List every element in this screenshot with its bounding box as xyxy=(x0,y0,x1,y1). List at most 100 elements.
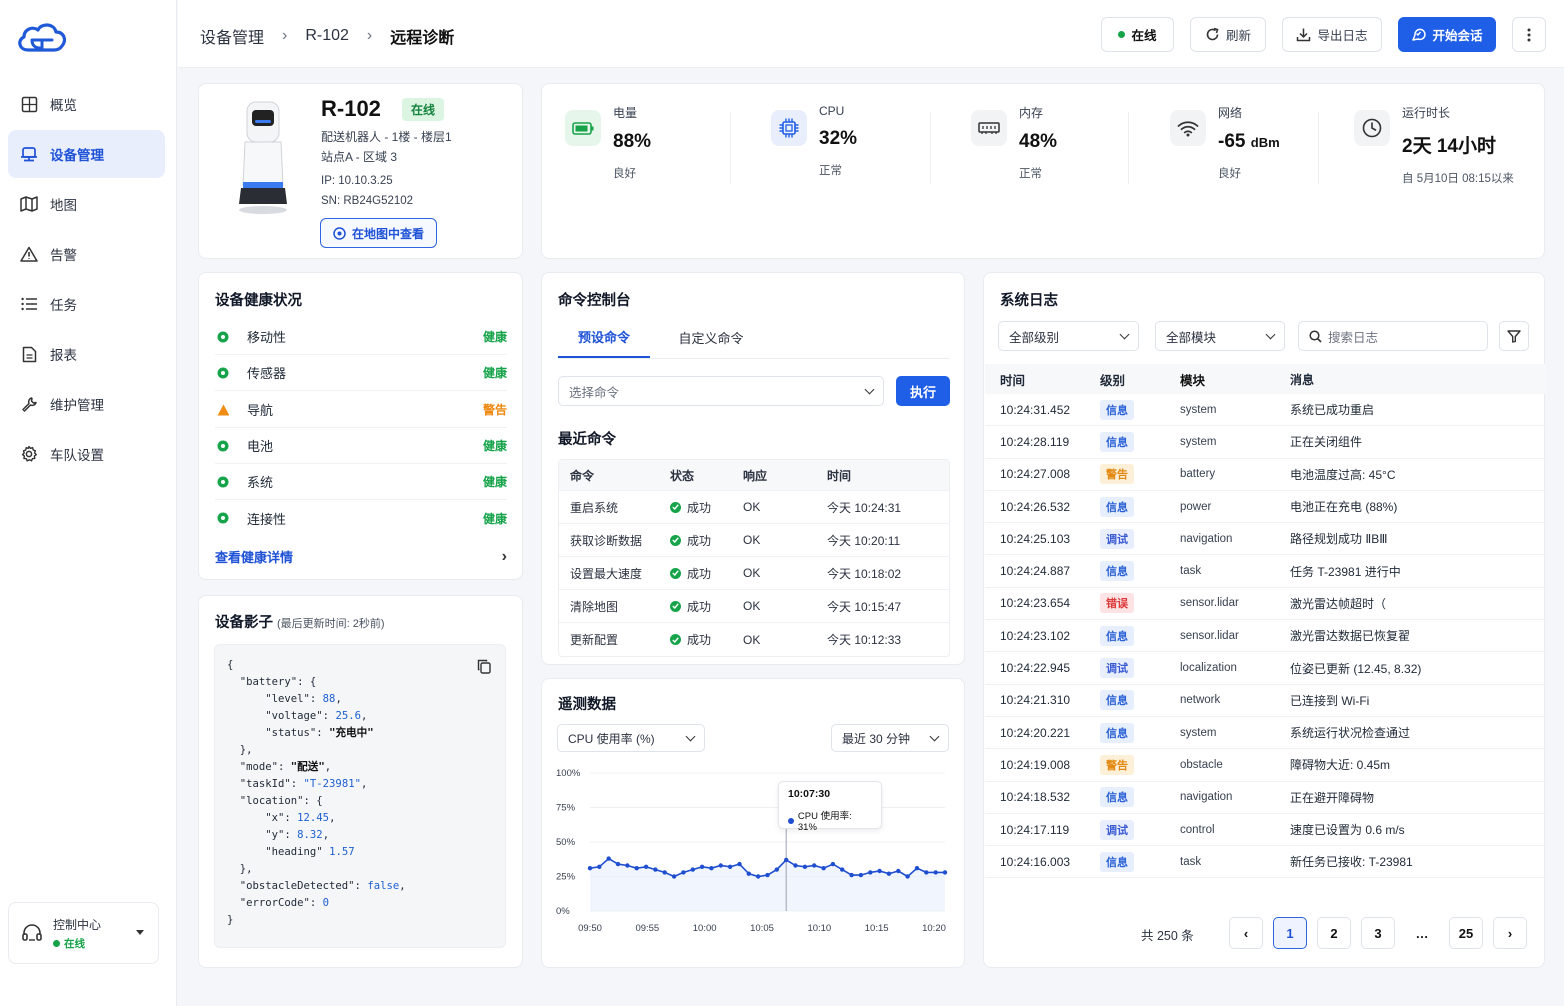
table-row[interactable]: 10:24:21.310 信息 network 已连接到 Wi-Fi xyxy=(985,685,1546,717)
health-item-status: 警告 xyxy=(482,403,507,417)
export-log-button[interactable]: 导出日志 xyxy=(1282,17,1382,52)
table-row[interactable]: 10:24:26.532 信息 power 电池正在充电 (88%) xyxy=(985,491,1546,524)
next-page-button[interactable]: › xyxy=(1493,917,1527,949)
online-status-button[interactable]: 在线 xyxy=(1101,17,1174,52)
table-row[interactable]: 10:24:22.945 调试 localization 位姿已更新 (12.45, … xyxy=(985,652,1546,685)
json-value: "配送" xyxy=(290,761,325,773)
data-point xyxy=(587,866,593,871)
table-row[interactable]: 10:24:27.008 警告 battery 电池温度过高: 45°C xyxy=(985,459,1546,491)
table-header: 时间 级别 模块 消息 xyxy=(985,364,1546,394)
data-point xyxy=(597,864,602,869)
health-item: 系统 健康 xyxy=(215,464,507,500)
search-icon xyxy=(1309,329,1322,343)
log-module: battery xyxy=(1180,468,1216,481)
data-point xyxy=(615,861,621,867)
table-row[interactable]: 10:24:23.654 错误 sensor.lidar 激光雷达帧超时（ xyxy=(985,588,1546,621)
column-header: 响应 xyxy=(743,468,768,483)
page-button[interactable]: 1 xyxy=(1273,917,1307,949)
divider xyxy=(930,112,931,184)
sidebar-item-label: 地图 xyxy=(50,198,77,213)
log-time: 10:24:20.221 xyxy=(1000,725,1071,740)
health-title: 设备健康状况 xyxy=(215,293,302,309)
metric-sub: 正常 xyxy=(1019,168,1042,180)
total-count: 共 250 条 xyxy=(1141,929,1194,943)
table-row[interactable]: 10:24:16.003 信息 task 新任务已接收: T-23981 xyxy=(985,846,1546,879)
module-filter-select[interactable]: 全部模块 xyxy=(1155,321,1285,351)
table-row[interactable]: 获取诊断数据 成功 OK 今天 10:20:11 xyxy=(559,524,949,557)
table-row[interactable]: 清除地图 成功 OK 今天 10:15:47 xyxy=(559,590,949,623)
log-message: 任务 T-23981 进行中 xyxy=(1290,564,1401,579)
data-point xyxy=(709,866,714,871)
log-module: obstacle xyxy=(1180,758,1223,771)
view-on-map-button[interactable]: 在地图中查看 xyxy=(320,218,437,248)
breadcrumb-item[interactable]: 设备管理 xyxy=(200,24,264,48)
breadcrumb-item[interactable]: R-102 xyxy=(305,27,349,45)
warning-icon xyxy=(20,245,38,263)
ok-circle-icon xyxy=(217,440,229,452)
metric-select[interactable]: CPU 使用率 (%) xyxy=(557,724,705,752)
data-point xyxy=(690,867,695,872)
page-button[interactable]: 25 xyxy=(1449,917,1483,949)
table-row[interactable]: 10:24:24.887 信息 task 任务 T-23981 进行中 xyxy=(985,555,1546,588)
table-row[interactable]: 10:24:31.452 信息 system 系统已成功重启 xyxy=(985,394,1546,427)
tab-custom-commands[interactable]: 自定义命令 xyxy=(650,317,772,358)
table-row[interactable]: 重启系统 成功 OK 今天 10:24:31 xyxy=(559,491,949,524)
table-row[interactable]: 10:24:25.103 调试 navigation 路径规划成功 ⅡBⅢ xyxy=(985,523,1546,556)
table-row[interactable]: 10:24:17.119 调试 control 速度已设置为 0.6 m/s xyxy=(985,814,1546,847)
ok-circle-icon xyxy=(217,512,229,524)
log-time: 10:24:27.008 xyxy=(1000,467,1071,482)
control-center-switcher[interactable]: 控制中心 在线 xyxy=(8,902,159,964)
command-response: OK xyxy=(743,533,761,547)
sidebar-item-reports[interactable]: 报表 xyxy=(8,330,165,378)
copy-icon[interactable] xyxy=(477,659,491,674)
level-filter-select[interactable]: 全部级别 xyxy=(998,321,1139,351)
sidebar-item-fleet-settings[interactable]: 车队设置 xyxy=(8,430,165,478)
data-point xyxy=(942,870,948,875)
start-session-button[interactable]: 开始会话 xyxy=(1398,17,1496,52)
table-row[interactable]: 10:24:18.532 信息 navigation 正在避开障碍物 xyxy=(985,782,1546,814)
refresh-button[interactable]: 刷新 xyxy=(1190,17,1266,52)
check-circle-icon xyxy=(670,501,681,513)
table-row[interactable]: 10:24:20.221 信息 system 系统运行状况检查通过 xyxy=(985,717,1546,750)
sidebar-item-label: 告警 xyxy=(50,248,77,263)
table-row[interactable]: 10:24:23.102 信息 sensor.lidar 激光雷达数据已恢复翟 xyxy=(985,620,1546,653)
sidebar-item-overview[interactable]: 概览 xyxy=(8,80,165,128)
sidebar-item-device-management[interactable]: 设备管理 xyxy=(8,130,165,178)
table-row[interactable]: 设置最大速度 成功 OK 今天 10:18:02 xyxy=(559,557,949,590)
table-row[interactable]: 10:24:28.119 信息 system 正在关闭组件 xyxy=(985,426,1546,459)
sidebar-item-alerts[interactable]: 告警 xyxy=(8,230,165,278)
time-range-select[interactable]: 最近 30 分钟 xyxy=(831,724,949,752)
execute-button[interactable]: 执行 xyxy=(896,376,950,406)
tab-preset-commands[interactable]: 预设命令 xyxy=(558,317,650,358)
log-message: 系统运行状况检查通过 xyxy=(1290,726,1411,741)
chevron-down-icon xyxy=(929,731,940,741)
control-center-title: 控制中心 xyxy=(53,917,102,932)
log-search-input[interactable]: 搜索日志 xyxy=(1298,321,1488,351)
select-value: CPU 使用率 (%) xyxy=(568,731,655,746)
more-menu-button[interactable] xyxy=(1512,17,1546,52)
view-health-details-link[interactable]: 查看健康详情 › xyxy=(215,547,507,566)
console-tabs: 预设命令 自定义命令 xyxy=(558,317,950,359)
table-header: 命令 状态 响应 时间 xyxy=(559,460,949,491)
sidebar-item-map[interactable]: 地图 xyxy=(8,180,165,228)
command-console-card: 命令控制台 预设命令 自定义命令 选择命令 执行 最近命令 命令 状态 响应 时… xyxy=(541,272,965,665)
command-select[interactable]: 选择命令 xyxy=(558,376,884,406)
x-tick-label: 10:10 xyxy=(807,923,831,934)
table-row[interactable]: 10:24:19.008 警告 obstacle 障碍物大近: 0.45m xyxy=(985,749,1546,782)
page-button[interactable]: 3 xyxy=(1361,917,1395,949)
cloud-logo-icon[interactable] xyxy=(14,18,70,58)
page-button[interactable]: 2 xyxy=(1317,917,1351,949)
sidebar-item-label: 任务 xyxy=(50,298,77,313)
json-value: 0 xyxy=(322,897,330,909)
sidebar-item-maintenance[interactable]: 维护管理 xyxy=(8,380,165,428)
map-icon xyxy=(20,195,38,213)
log-message: 位姿已更新 (12.45, 8.32) xyxy=(1290,661,1422,676)
sidebar-item-tasks[interactable]: 任务 xyxy=(8,280,165,328)
table-row[interactable]: 更新配置 成功 OK 今天 10:12:33 xyxy=(559,623,949,656)
metric-label: 内存 xyxy=(1019,106,1044,120)
cpu-usage-line-chart[interactable]: 0% 25% 50% 75% 100% 09:50 09:55 10:00 10:05 10:10… xyxy=(542,759,964,959)
prev-page-button[interactable]: ‹ xyxy=(1229,917,1263,949)
filter-button[interactable] xyxy=(1499,321,1529,351)
log-message: 正在关闭组件 xyxy=(1290,435,1363,450)
command-name: 获取诊断数据 xyxy=(570,533,643,548)
